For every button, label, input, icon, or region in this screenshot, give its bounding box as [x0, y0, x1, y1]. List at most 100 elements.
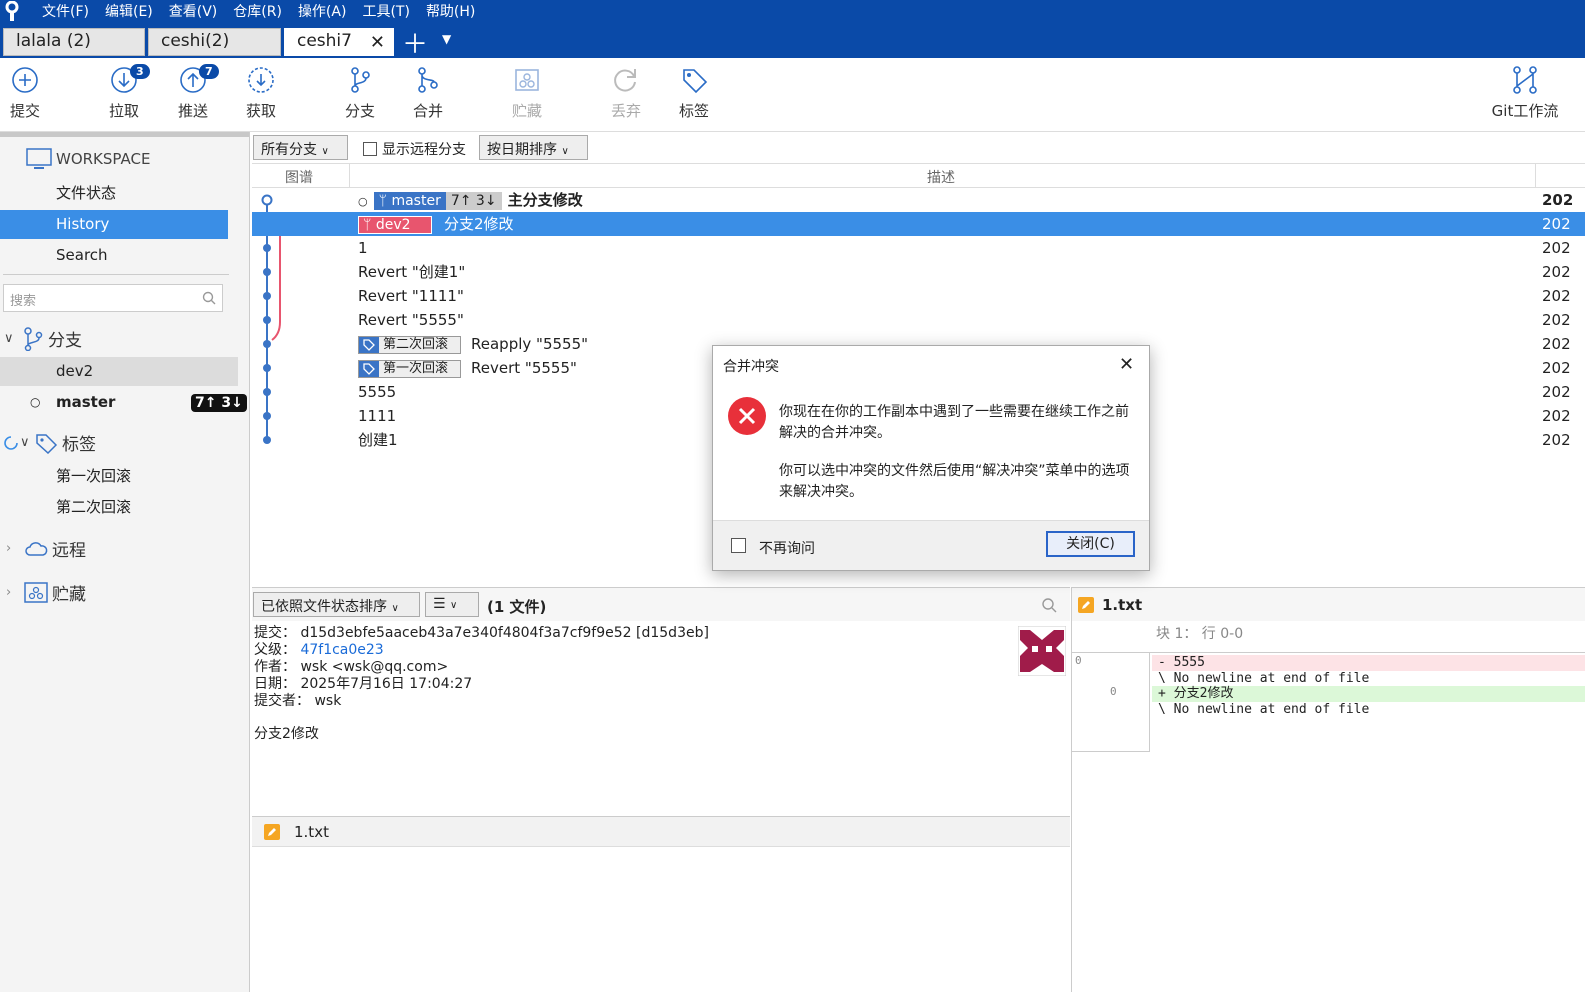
- date-label: 日期：: [254, 676, 296, 692]
- close-tab-icon[interactable]: ✕: [370, 32, 385, 53]
- stash-section[interactable]: › 贮藏: [6, 580, 86, 605]
- column-divider: [349, 164, 350, 188]
- tag-ref: 第二次回滚: [358, 335, 462, 354]
- tags-section[interactable]: ∨ 标签: [2, 430, 96, 455]
- dialog-message-1: 你现在在你的工作副本中遇到了一些需要在继续工作之前解决的合并冲突。: [779, 404, 1129, 441]
- head-indicator-icon: ○: [358, 195, 368, 208]
- file-row[interactable]: 1.txt: [252, 817, 1070, 847]
- sidebar-branch-dev2[interactable]: dev2: [0, 357, 238, 386]
- menu-actions[interactable]: 操作(A): [290, 1, 355, 21]
- search-icon[interactable]: [1041, 597, 1057, 613]
- stash-icon: [515, 69, 539, 91]
- pull-count-badge: 3: [130, 64, 150, 79]
- close-button[interactable]: 关闭(C): [1046, 531, 1135, 557]
- menu-repository[interactable]: 仓库(R): [225, 1, 290, 21]
- all-branches-label: 所有分支: [261, 142, 317, 158]
- ahead-behind-badge: 7↑ 3↓: [445, 191, 502, 210]
- diff-header: 1.txt: [1072, 587, 1585, 621]
- error-icon: [728, 397, 766, 435]
- dont-ask-checkbox[interactable]: [731, 538, 746, 553]
- diff-file-name: 1.txt: [1102, 595, 1143, 614]
- date-line: 日期： 2025年7月16日 17:04:27: [254, 676, 1014, 693]
- file-sort-label: 已依照文件状态排序: [261, 599, 387, 615]
- menu-help[interactable]: 帮助(H): [418, 1, 483, 21]
- commit-date: 202: [1542, 263, 1571, 281]
- commit-message: 1: [358, 239, 368, 257]
- diff-line-note: \ No newline at end of file: [1158, 702, 1370, 717]
- commit-row[interactable]: Revert "创建1" 202: [252, 260, 1585, 284]
- stash-button[interactable]: 贮藏: [497, 66, 557, 121]
- tab-lalala[interactable]: lalala (2): [3, 28, 145, 56]
- commit-date: 202: [1542, 383, 1571, 401]
- commit-message: 创建1: [358, 431, 398, 449]
- menu-view[interactable]: 查看(V): [161, 1, 226, 21]
- sidebar-item-search[interactable]: Search: [0, 241, 228, 270]
- chevron-down-icon: ∨: [20, 435, 30, 450]
- sidebar-tag-first[interactable]: 第一次回滚: [0, 462, 228, 491]
- remote-section[interactable]: › 远程: [6, 536, 86, 561]
- sidebar-item-file-status[interactable]: 文件状态: [0, 179, 228, 208]
- tab-ceshi[interactable]: ceshi(2): [148, 28, 281, 56]
- commit-row[interactable]: Revert "5555" 202: [252, 308, 1585, 332]
- workspace-header: WORKSPACE: [26, 148, 150, 170]
- commit-date: 202: [1542, 311, 1571, 329]
- push-button[interactable]: 7 推送: [163, 64, 223, 121]
- column-divider: [1535, 164, 1536, 188]
- branch-button[interactable]: 分支: [330, 66, 390, 121]
- sort-dropdown[interactable]: 按日期排序 ∨: [479, 135, 588, 160]
- diff-line-note: \ No newline at end of file: [1158, 671, 1370, 686]
- discard-button[interactable]: 丢弃: [596, 66, 656, 121]
- ref-label: master: [391, 192, 441, 209]
- old-line-number: 0: [1075, 654, 1082, 667]
- commit-row[interactable]: ○ ᛘ master 7↑ 3↓ 主分支修改 202: [252, 188, 1585, 212]
- stash-label: 贮藏: [511, 102, 542, 120]
- branches-section[interactable]: ∨ 分支: [4, 326, 82, 351]
- commit-desc: 第二次回滚 Reapply "5555": [358, 332, 588, 356]
- merge-button[interactable]: 合并: [398, 66, 458, 121]
- sidebar-item-history[interactable]: History: [0, 210, 228, 239]
- show-remote-checkbox[interactable]: [363, 142, 377, 156]
- commit-date: 202: [1542, 407, 1571, 425]
- search-placeholder: 搜索: [10, 294, 37, 309]
- parent-link[interactable]: 47f1ca0e23: [300, 642, 383, 658]
- commit-message-body: 分支2修改: [254, 726, 319, 742]
- committer-value: wsk: [314, 693, 342, 709]
- committer-label: 提交者：: [254, 693, 310, 709]
- chevron-down-icon: ∨: [4, 331, 14, 346]
- commit-button[interactable]: 提交: [0, 66, 55, 121]
- dont-ask-label: 不再询问: [759, 541, 815, 557]
- author-value: wsk <wsk@qq.com>: [300, 659, 449, 675]
- commit-row[interactable]: 1 202: [252, 236, 1585, 260]
- tag-label: 第一次回滚: [383, 360, 449, 376]
- tab-label: lalala (2): [16, 31, 91, 51]
- menu-file[interactable]: 文件(F): [34, 1, 97, 21]
- view-mode-dropdown[interactable]: ☰ ∨: [425, 592, 479, 617]
- tab-ceshi7[interactable]: ceshi7 ✕: [284, 28, 394, 56]
- new-line-number: 0: [1110, 685, 1117, 698]
- sidebar-search-input[interactable]: 搜索: [3, 284, 223, 312]
- column-description[interactable]: 描述: [927, 167, 955, 187]
- commit-row-selected[interactable]: ᛘ dev2 分支2修改 202: [252, 212, 1585, 236]
- tag-icon: [683, 69, 708, 94]
- commit-hash-label: 提交：: [254, 625, 296, 641]
- gitflow-button[interactable]: Git工作流: [1490, 66, 1560, 121]
- add-tab-icon[interactable]: ＋: [402, 24, 428, 61]
- menu-edit[interactable]: 编辑(E): [97, 1, 161, 21]
- sidebar-tag-second[interactable]: 第二次回滚: [0, 493, 228, 522]
- push-count-badge: 7: [199, 64, 219, 79]
- file-count: (1 文件): [487, 598, 547, 616]
- column-graph[interactable]: 图谱: [285, 167, 313, 187]
- menu-tools[interactable]: 工具(T): [354, 1, 417, 21]
- close-icon[interactable]: ✕: [1119, 354, 1134, 375]
- file-sort-dropdown[interactable]: 已依照文件状态排序 ∨: [253, 592, 420, 617]
- pull-button[interactable]: 3 拉取: [94, 64, 154, 121]
- avatar: [1018, 626, 1066, 676]
- commit-hash-value: d15d3ebfe5aaceb43a7e340f4804f3a7cf9f9e52…: [300, 625, 709, 641]
- sidebar: WORKSPACE 文件状态 History Search 搜索 ∨ 分支 de…: [0, 132, 250, 992]
- fetch-button[interactable]: 获取: [231, 66, 291, 121]
- commit-row[interactable]: Revert "1111" 202: [252, 284, 1585, 308]
- tab-dropdown-icon[interactable]: ▼: [442, 32, 451, 46]
- merge-icon: [418, 67, 438, 93]
- all-branches-dropdown[interactable]: 所有分支 ∨: [253, 135, 348, 160]
- tag-button[interactable]: 标签: [664, 66, 724, 121]
